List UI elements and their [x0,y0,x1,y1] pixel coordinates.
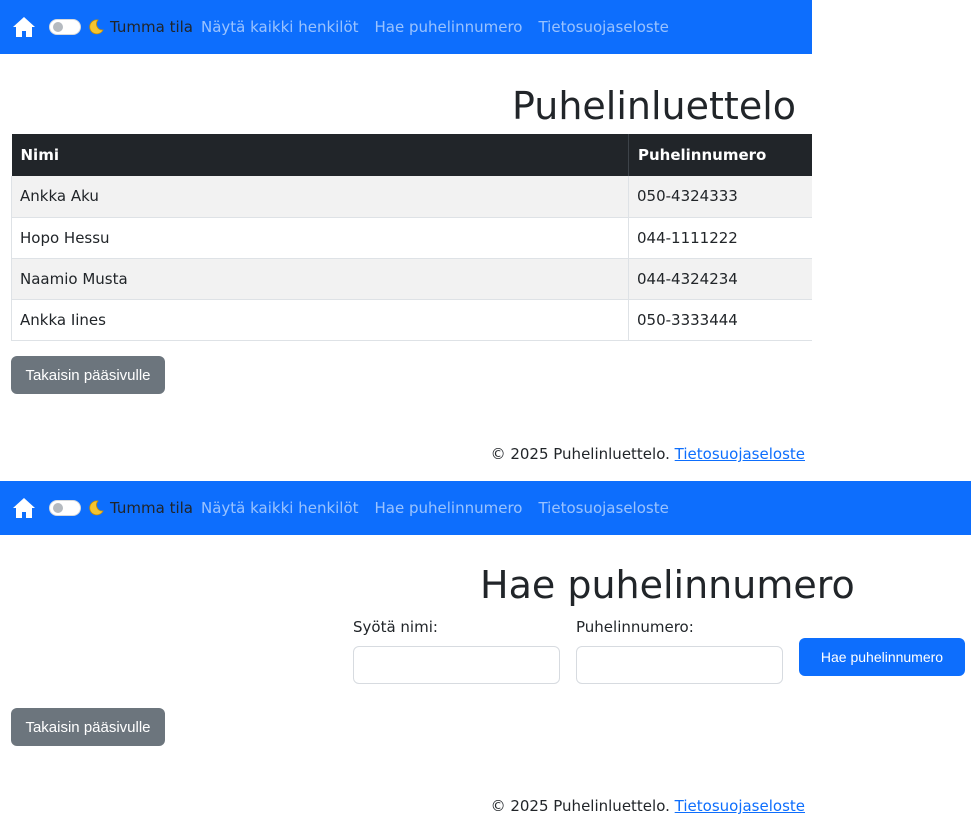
column-header-name: Nimi [11,134,629,176]
dark-mode-label[interactable]: Tumma tila [110,499,193,517]
footer-text: © 2025 Puhelinluettelo. [490,797,670,815]
navbar: Tumma tila Näytä kaikki henkilöt Hae puh… [0,481,971,535]
phone-input[interactable] [576,646,783,684]
cell-name: Hopo Hessu [11,217,629,259]
nav-link-all-people[interactable]: Näytä kaikki henkilöt [201,499,359,517]
cell-phone: 050-4324333 [628,176,812,218]
page-title: Hae puhelinnumero [480,563,855,607]
home-icon[interactable] [9,493,39,523]
dark-mode-label[interactable]: Tumma tila [110,18,193,36]
footer-text: © 2025 Puhelinluettelo. [490,445,670,463]
phonebook-table: Nimi Puhelinnumero Ankka Aku 050-4324333… [11,134,812,341]
name-input[interactable] [353,646,560,684]
nav-link-search[interactable]: Hae puhelinnumero [375,499,523,517]
moon-icon [88,18,106,36]
cell-phone: 044-1111222 [628,217,812,259]
footer: © 2025 Puhelinluettelo. Tietosuojaselost… [491,445,805,463]
page-title: Puhelinluettelo [512,84,796,128]
table-row: Naamio Musta 044-4324234 [11,258,812,300]
cell-name: Ankka Aku [11,176,629,218]
moon-icon [88,499,106,517]
cell-phone: 050-3333444 [628,299,812,341]
nav-link-privacy[interactable]: Tietosuojaseloste [538,18,668,36]
phone-label: Puhelinnumero: [576,618,694,636]
dark-mode-toggle[interactable] [49,500,81,516]
back-to-home-button[interactable]: Takaisin pääsivulle [11,708,165,746]
table-header-row: Nimi Puhelinnumero [11,134,812,176]
cell-name: Ankka Iines [11,299,629,341]
table-row: Ankka Aku 050-4324333 [11,176,812,218]
back-to-home-button[interactable]: Takaisin pääsivulle [11,356,165,394]
name-label: Syötä nimi: [353,618,438,636]
navbar: Tumma tila Näytä kaikki henkilöt Hae puh… [0,0,812,54]
home-icon[interactable] [9,12,39,42]
footer-privacy-link[interactable]: Tietosuojaseloste [675,797,805,815]
nav-link-all-people[interactable]: Näytä kaikki henkilöt [201,18,359,36]
table-row: Hopo Hessu 044-1111222 [11,217,812,259]
nav-link-privacy[interactable]: Tietosuojaseloste [538,499,668,517]
table-row: Ankka Iines 050-3333444 [11,299,812,341]
search-button[interactable]: Hae puhelinnumero [799,638,965,676]
dark-mode-toggle[interactable] [49,19,81,35]
cell-name: Naamio Musta [11,258,629,300]
footer: © 2025 Puhelinluettelo. Tietosuojaselost… [491,797,805,815]
cell-phone: 044-4324234 [628,258,812,300]
nav-link-search[interactable]: Hae puhelinnumero [375,18,523,36]
footer-privacy-link[interactable]: Tietosuojaseloste [675,445,805,463]
column-header-phone: Puhelinnumero [628,134,812,176]
